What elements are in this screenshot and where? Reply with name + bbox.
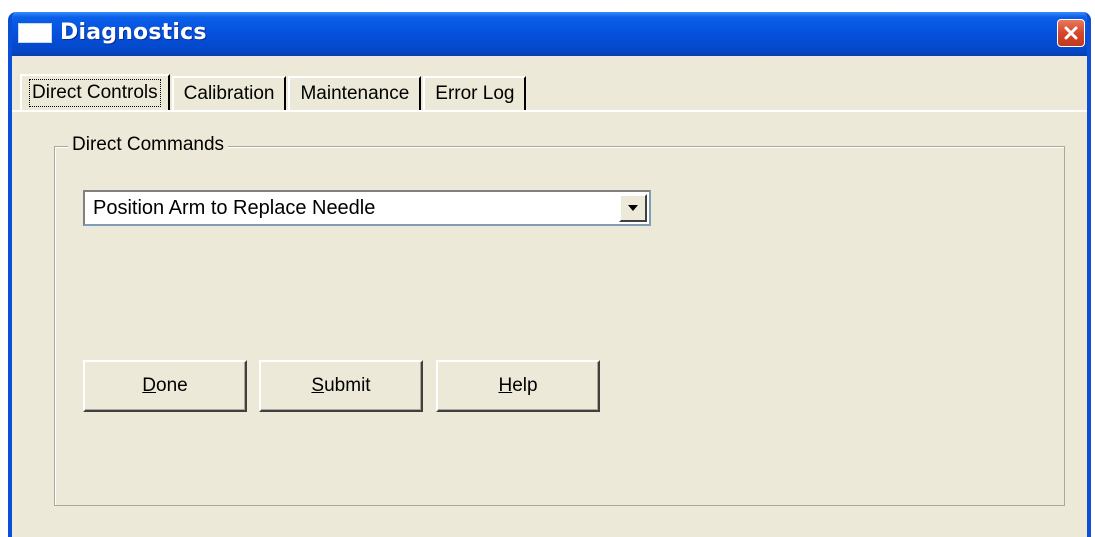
help-button[interactable]: Help [436,360,600,412]
direct-commands-group-title: Direct Commands [68,134,229,156]
tab-label: Maintenance [300,83,410,104]
tab-direct-controls[interactable]: Direct Controls [20,74,170,110]
submit-button[interactable]: Submit [259,360,423,412]
window-icon [18,23,52,43]
tab-label: Calibration [183,83,275,104]
done-button-accel: D [142,375,157,396]
tab-label: Direct Controls [29,79,161,107]
title-bar[interactable]: Diagnostics [12,12,1087,56]
tab-calibration[interactable]: Calibration [171,76,287,110]
done-button-label: one [156,375,188,396]
tab-maintenance[interactable]: Maintenance [288,76,422,110]
submit-button-label: ubmit [324,375,371,396]
help-button-accel: H [498,375,513,396]
command-dropdown[interactable]: Position Arm to Replace Needle [83,190,651,226]
tab-error-log[interactable]: Error Log [423,76,527,110]
diagnostics-window: Diagnostics Direct Controls Calibration … [8,12,1091,537]
submit-button-accel: S [311,375,325,396]
tab-label: Error Log [435,83,515,104]
chevron-down-icon [628,205,638,211]
close-icon [1064,26,1078,40]
close-button[interactable] [1057,19,1085,47]
help-button-label: elp [512,375,538,396]
dropdown-arrow-button[interactable] [619,194,647,222]
tab-strip: Direct Controls Calibration Maintenance … [20,74,528,110]
command-dropdown-value: Position Arm to Replace Needle [93,196,376,219]
window-title: Diagnostics [60,20,207,45]
done-button[interactable]: Done [83,360,247,412]
